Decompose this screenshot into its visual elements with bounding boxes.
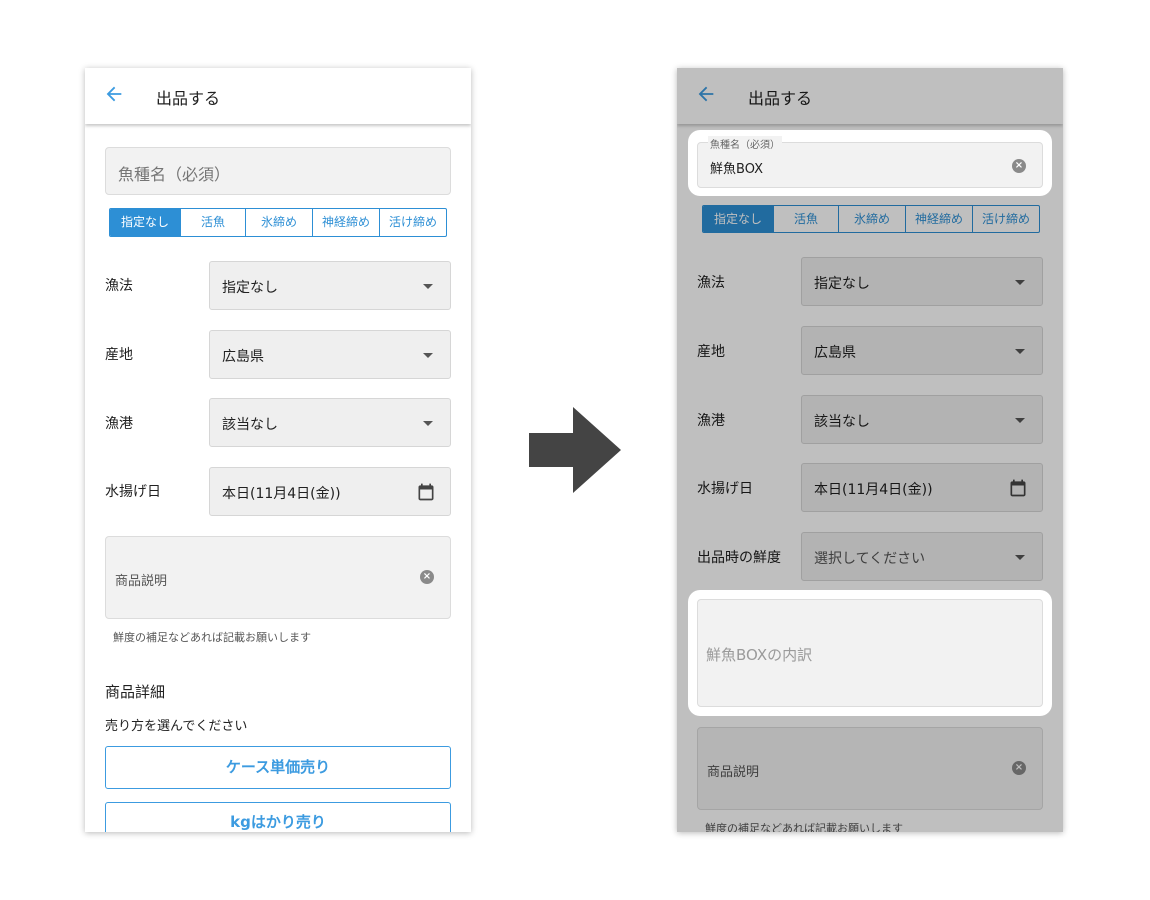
caret-down-icon [1015, 555, 1025, 560]
caret-down-icon [423, 353, 433, 358]
fishing-method-select[interactable]: 指定なし [801, 257, 1043, 306]
port-label: 漁港 [105, 416, 133, 432]
kg-weight-button[interactable]: kgはかり売り [105, 802, 451, 832]
tab-ice-kill[interactable]: 氷締め [245, 209, 312, 236]
fishing-method-value: 指定なし [222, 280, 278, 296]
page-title: 出品する [156, 89, 221, 108]
back-arrow-icon[interactable] [103, 83, 125, 105]
fishing-method-label: 漁法 [105, 278, 133, 294]
fish-name-label: 魚種名（必須） [708, 136, 782, 151]
page-title: 出品する [748, 89, 813, 108]
tab-none[interactable]: 指定なし [110, 209, 180, 236]
description-input[interactable]: 商品説明 × [105, 536, 451, 619]
tab-nerve-kill[interactable]: 神経締め [905, 206, 972, 232]
clear-icon[interactable]: × [1012, 761, 1026, 775]
origin-select[interactable]: 広島県 [209, 330, 451, 379]
clear-icon[interactable]: × [1012, 159, 1026, 173]
tab-live-kill[interactable]: 活け締め [379, 209, 446, 236]
caret-down-icon [423, 421, 433, 426]
description-placeholder: 商品説明 [707, 765, 760, 780]
origin-label: 産地 [697, 344, 725, 360]
port-value: 該当なし [222, 417, 278, 433]
arrow-right-icon [529, 407, 621, 493]
landing-date-label: 水揚げ日 [697, 481, 753, 497]
highlight-breakdown: 鮮魚BOXの内訳 [688, 590, 1052, 716]
calendar-icon[interactable] [1008, 478, 1028, 498]
origin-select[interactable]: 広島県 [801, 326, 1043, 375]
tab-live-fish[interactable]: 活魚 [773, 206, 838, 232]
landing-date-label: 水揚げ日 [105, 484, 161, 500]
caret-down-icon [1015, 349, 1025, 354]
origin-label: 産地 [105, 347, 133, 363]
landing-date-picker[interactable]: 本日(11月4日(金)) [209, 467, 451, 516]
freshness-label: 出品時の鮮度 [697, 550, 781, 566]
fishing-method-select[interactable]: 指定なし [209, 261, 451, 310]
description-hint: 鮮度の補足などあれば記載お願いします [705, 822, 903, 832]
sale-method-prompt: 売り方を選んでください [105, 719, 248, 734]
calendar-icon[interactable] [416, 482, 436, 502]
fishing-method-value: 指定なし [814, 276, 870, 292]
treatment-tabs: 指定なし 活魚 氷締め 神経締め 活け締め [109, 208, 447, 237]
tab-ice-kill[interactable]: 氷締め [838, 206, 905, 232]
breakdown-input[interactable]: 鮮魚BOXの内訳 [697, 599, 1043, 707]
landing-date-value: 本日(11月4日(金)) [222, 486, 341, 502]
back-arrow-icon[interactable] [695, 83, 717, 105]
breakdown-placeholder: 鮮魚BOXの内訳 [706, 646, 813, 664]
origin-value: 広島県 [222, 349, 264, 365]
treatment-tabs: 指定なし 活魚 氷締め 神経締め 活け締め [702, 205, 1040, 233]
highlight-fish-name: 魚種名（必須） 鮮魚BOX × [688, 130, 1052, 196]
origin-value: 広島県 [814, 345, 856, 361]
tab-none[interactable]: 指定なし [703, 206, 773, 232]
description-input[interactable]: 商品説明 × [697, 727, 1043, 810]
fishing-method-label: 漁法 [697, 275, 725, 291]
clear-icon[interactable]: × [420, 570, 434, 584]
landing-date-picker[interactable]: 本日(11月4日(金)) [801, 463, 1043, 512]
caret-down-icon [1015, 418, 1025, 423]
tab-live-kill[interactable]: 活け締め [972, 206, 1039, 232]
case-price-button[interactable]: ケース単価売り [105, 746, 451, 789]
phone-screen-after: 出品する 指定なし 活魚 氷締め 神経締め 活け締め 漁法 指定なし 産地 広島… [677, 68, 1063, 832]
port-value: 該当なし [814, 414, 870, 430]
description-hint: 鮮度の補足などあれば記載お願いします [113, 631, 311, 644]
details-heading: 商品詳細 [105, 683, 166, 701]
port-select[interactable]: 該当なし [209, 398, 451, 447]
freshness-select[interactable]: 選択してください [801, 532, 1043, 581]
fish-name-placeholder: 魚種名（必須） [118, 165, 231, 184]
landing-date-value: 本日(11月4日(金)) [814, 482, 933, 498]
port-label: 漁港 [697, 413, 725, 429]
phone-screen-before: 出品する 魚種名（必須） 指定なし 活魚 氷締め 神経締め 活け締め 漁法 指定… [85, 68, 471, 832]
port-select[interactable]: 該当なし [801, 395, 1043, 444]
description-placeholder: 商品説明 [115, 574, 168, 589]
tab-nerve-kill[interactable]: 神経締め [312, 209, 379, 236]
tab-live-fish[interactable]: 活魚 [180, 209, 245, 236]
app-bar: 出品する [85, 68, 471, 124]
app-bar: 出品する [677, 68, 1063, 124]
freshness-value: 選択してください [814, 551, 926, 567]
fish-name-input[interactable]: 魚種名（必須） 鮮魚BOX × [697, 136, 1043, 188]
caret-down-icon [423, 284, 433, 289]
fish-name-input[interactable]: 魚種名（必須） [105, 147, 451, 195]
fish-name-value: 鮮魚BOX [710, 162, 763, 177]
caret-down-icon [1015, 280, 1025, 285]
